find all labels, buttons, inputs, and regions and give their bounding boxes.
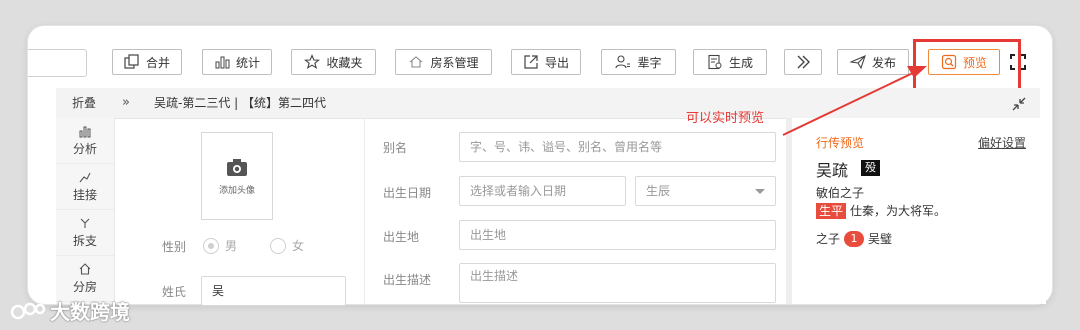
star-icon xyxy=(304,54,321,70)
document-icon xyxy=(708,54,722,70)
statistics-button-label: 统计 xyxy=(235,55,260,70)
merge-button[interactable]: 合并 xyxy=(112,49,182,75)
avatar-label: 添加头像 xyxy=(218,185,255,196)
person-name: 吴疏 xyxy=(816,161,849,180)
gender-label: 性别 xyxy=(162,240,187,254)
sidebar: 分析 挂接 拆支 分房 xyxy=(56,118,115,304)
preview-title: 行传预览 xyxy=(816,136,865,150)
sidebar-item-label: 分房 xyxy=(72,280,97,294)
double-chevron-right-icon xyxy=(797,55,810,69)
birth-date-input[interactable]: 选择或者输入日期 xyxy=(459,176,626,206)
bar-chart-icon xyxy=(215,56,230,69)
annotation-text: 可以实时预览 xyxy=(686,111,765,126)
parent-line: 敏伯之子 xyxy=(816,186,865,200)
biography-tag: 生平 xyxy=(816,202,847,219)
export-button[interactable]: 导出 xyxy=(511,49,581,75)
sidebar-item-split[interactable]: 拆支 xyxy=(56,210,114,256)
alias-input[interactable]: 字、号、讳、谥号、别名、曾用名等 xyxy=(459,132,776,162)
preferences-link[interactable]: 偏好设置 xyxy=(978,134,1026,151)
avatar-upload[interactable]: 添加头像 xyxy=(201,132,273,220)
fullscreen-icon[interactable] xyxy=(1010,54,1026,70)
publish-button-label: 发布 xyxy=(871,55,896,70)
surname-label: 姓氏 xyxy=(162,285,187,299)
alias-label: 别名 xyxy=(383,141,408,155)
preview-button[interactable]: 预览 xyxy=(928,49,1000,75)
gender-male-radio[interactable]: 男 xyxy=(203,237,237,254)
biography-line: 生平 仕秦，为大将军。 xyxy=(816,202,946,219)
breadcrumb-bar: 折叠 » 吴疏-第二三代 | 【统】第二四代 xyxy=(56,88,1040,119)
expand-chevron-icon[interactable]: » xyxy=(122,88,130,118)
camera-icon xyxy=(227,158,247,176)
gender-female-radio[interactable]: 女 xyxy=(270,237,304,254)
statistics-button[interactable]: 统计 xyxy=(202,49,272,75)
sidebar-item-link[interactable]: 挂接 xyxy=(56,164,114,210)
watermark: 大数跨境 xyxy=(10,296,130,325)
gender-male-label: 男 xyxy=(225,239,238,253)
favorites-button[interactable]: 收藏夹 xyxy=(291,49,376,75)
watermark-text: 大数跨境 xyxy=(50,300,130,324)
birth-hour-value: 生辰 xyxy=(646,184,671,198)
generate-button-label: 生成 xyxy=(728,55,753,70)
merge-button-label: 合并 xyxy=(145,55,170,70)
watermark-logo-icon xyxy=(10,302,46,319)
surname-input[interactable]: 吴 xyxy=(201,276,346,306)
birth-desc-label: 出生描述 xyxy=(383,273,432,287)
birth-date-label: 出生日期 xyxy=(383,186,432,200)
sidebar-item-label: 分析 xyxy=(72,142,97,156)
gender-female-label: 女 xyxy=(292,239,305,253)
breadcrumb: 吴疏-第二三代 | 【统】第二四代 xyxy=(154,96,327,110)
generation-characters-button[interactable]: 辈字 xyxy=(601,49,676,75)
preview-panel: 行传预览 偏好设置 吴疏 殁 敏伯之子 生平 仕秦，为大将军。 之子 1 吴璧 xyxy=(786,118,1046,304)
sidebar-item-label: 拆支 xyxy=(72,234,97,248)
more-button[interactable] xyxy=(784,49,822,75)
link-icon xyxy=(79,172,91,183)
birth-hour-select[interactable]: 生辰 xyxy=(635,176,776,206)
publish-button[interactable]: 发布 xyxy=(837,49,909,75)
fold-button[interactable]: 折叠 xyxy=(72,88,96,118)
radio-circle xyxy=(270,237,286,254)
sidebar-item-label: 挂接 xyxy=(72,188,97,202)
branch-management-button-label: 房系管理 xyxy=(430,55,479,70)
chevron-down-icon xyxy=(755,189,765,194)
generate-button[interactable]: 生成 xyxy=(693,49,767,75)
house-icon xyxy=(410,56,423,68)
branch-management-button[interactable]: 房系管理 xyxy=(395,49,492,75)
collapse-icon[interactable] xyxy=(1012,97,1026,111)
analysis-icon xyxy=(79,126,91,138)
birth-place-label: 出生地 xyxy=(383,230,420,244)
children-count-badge: 1 xyxy=(844,230,865,247)
birth-place-input[interactable]: 出生地 xyxy=(459,220,776,250)
merge-icon xyxy=(124,54,139,69)
search-input[interactable] xyxy=(28,49,87,77)
deceased-badge: 殁 xyxy=(861,160,880,176)
preview-icon xyxy=(941,54,957,70)
children-line: 之子 1 吴璧 xyxy=(816,230,892,247)
user-icon xyxy=(615,55,631,69)
column-divider xyxy=(364,118,365,304)
sidebar-item-analysis[interactable]: 分析 xyxy=(56,118,114,164)
child-name[interactable]: 吴璧 xyxy=(868,230,892,247)
export-icon xyxy=(524,55,538,69)
radio-circle xyxy=(203,237,219,254)
biography-text: 仕秦，为大将军。 xyxy=(850,204,947,218)
house-icon xyxy=(79,263,91,275)
preview-button-label: 预览 xyxy=(962,55,987,70)
generation-characters-button-label: 辈字 xyxy=(637,55,662,70)
export-button-label: 导出 xyxy=(544,55,569,70)
birth-desc-textarea[interactable]: 出生描述 xyxy=(459,263,776,303)
children-label: 之子 xyxy=(816,232,841,246)
send-icon xyxy=(849,55,866,70)
favorites-button-label: 收藏夹 xyxy=(326,55,363,70)
split-icon xyxy=(80,218,90,228)
